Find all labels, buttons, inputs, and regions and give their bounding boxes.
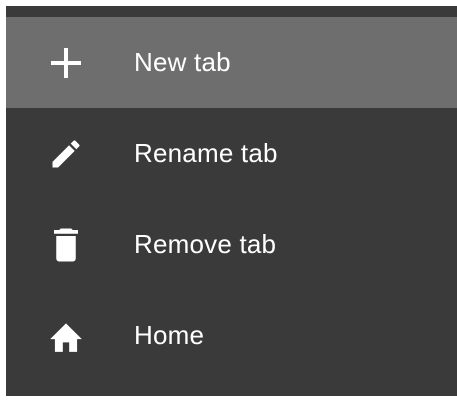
menu-item-new-tab[interactable]: New tab [6, 17, 457, 108]
tab-context-menu: New tab Rename tab Remove tab Home [6, 6, 457, 396]
menu-item-label: Rename tab [134, 138, 278, 168]
menu-item-label: Remove tab [134, 229, 277, 259]
menu-item-label: New tab [134, 47, 231, 77]
home-icon [46, 316, 86, 356]
menu-item-label: Home [134, 320, 205, 350]
plus-icon [46, 43, 86, 83]
menu-item-home[interactable]: Home [6, 290, 457, 381]
pencil-icon [46, 134, 86, 174]
menu-item-remove-tab[interactable]: Remove tab [6, 199, 457, 290]
menu-item-rename-tab[interactable]: Rename tab [6, 108, 457, 199]
trash-icon [46, 225, 86, 265]
